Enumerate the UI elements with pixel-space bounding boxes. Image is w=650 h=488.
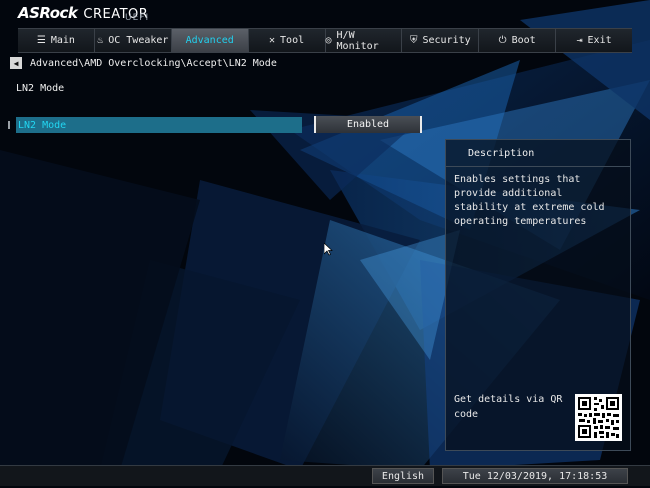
tab-label: Main bbox=[50, 35, 75, 46]
tab-main[interactable]: ☰ Main bbox=[18, 29, 95, 52]
qr-caption: Get details via QR code bbox=[454, 394, 563, 420]
tab-security[interactable]: ⛨ Security bbox=[402, 29, 480, 52]
tab-label: Tool bbox=[280, 35, 305, 46]
tab-boot[interactable]: ⏻ Boot bbox=[479, 29, 557, 52]
back-arrow-icon[interactable]: ◀ bbox=[10, 57, 22, 69]
monitor-icon: ◎ bbox=[325, 34, 332, 46]
flame-icon: ♨ bbox=[97, 34, 104, 46]
page-title: LN2 Mode bbox=[16, 83, 65, 94]
tools-icon: ✕ bbox=[269, 34, 276, 46]
shield-icon: ⛨ bbox=[409, 34, 418, 46]
tab-hw-monitor[interactable]: ◎ H/W Monitor bbox=[325, 29, 403, 52]
mouse-cursor-icon bbox=[324, 243, 333, 256]
main-nav: ☰ Main ♨ OC Tweaker Advanced ✕ Tool ◎ H/… bbox=[18, 28, 632, 53]
tab-label: Boot bbox=[511, 35, 536, 46]
tab-oc-tweaker[interactable]: ♨ OC Tweaker bbox=[94, 29, 172, 52]
row-selection-marker bbox=[8, 121, 10, 129]
breadcrumb: ◀ Advanced\AMD Overclocking\Accept\LN2 M… bbox=[10, 57, 277, 69]
ln2-mode-value-button[interactable]: Enabled bbox=[314, 116, 422, 133]
qr-code-icon bbox=[575, 394, 622, 441]
brand-name: ASRock bbox=[18, 4, 78, 22]
tab-label: Security bbox=[422, 35, 471, 46]
tab-label: Exit bbox=[587, 35, 612, 46]
tab-label: H/W Monitor bbox=[336, 29, 379, 52]
tab-tool[interactable]: ✕ Tool bbox=[248, 29, 326, 52]
list-icon: ☰ bbox=[36, 34, 46, 46]
date-time-display: Tue 12/03/2019, 17:18:53 bbox=[442, 468, 628, 484]
tab-label: OC Tweaker bbox=[108, 35, 169, 46]
tab-label: Advanced bbox=[185, 35, 234, 46]
language-button[interactable]: English bbox=[372, 468, 434, 484]
breadcrumb-path: Advanced\AMD Overclocking\Accept\LN2 Mod… bbox=[30, 57, 277, 69]
exit-icon: ⇥ bbox=[576, 34, 583, 46]
tab-advanced[interactable]: Advanced bbox=[171, 29, 249, 52]
description-panel: Description Enables settings that provid… bbox=[445, 139, 631, 451]
setting-row-ln2-mode[interactable]: LN2 Mode bbox=[16, 117, 302, 133]
power-icon: ⏻ bbox=[498, 34, 507, 46]
description-title: Description bbox=[446, 140, 630, 167]
setting-label: LN2 Mode bbox=[18, 119, 67, 131]
tab-exit[interactable]: ⇥ Exit bbox=[556, 29, 632, 52]
description-text: Enables settings that provide additional… bbox=[454, 174, 605, 227]
uefi-badge: UEFI bbox=[125, 13, 150, 23]
